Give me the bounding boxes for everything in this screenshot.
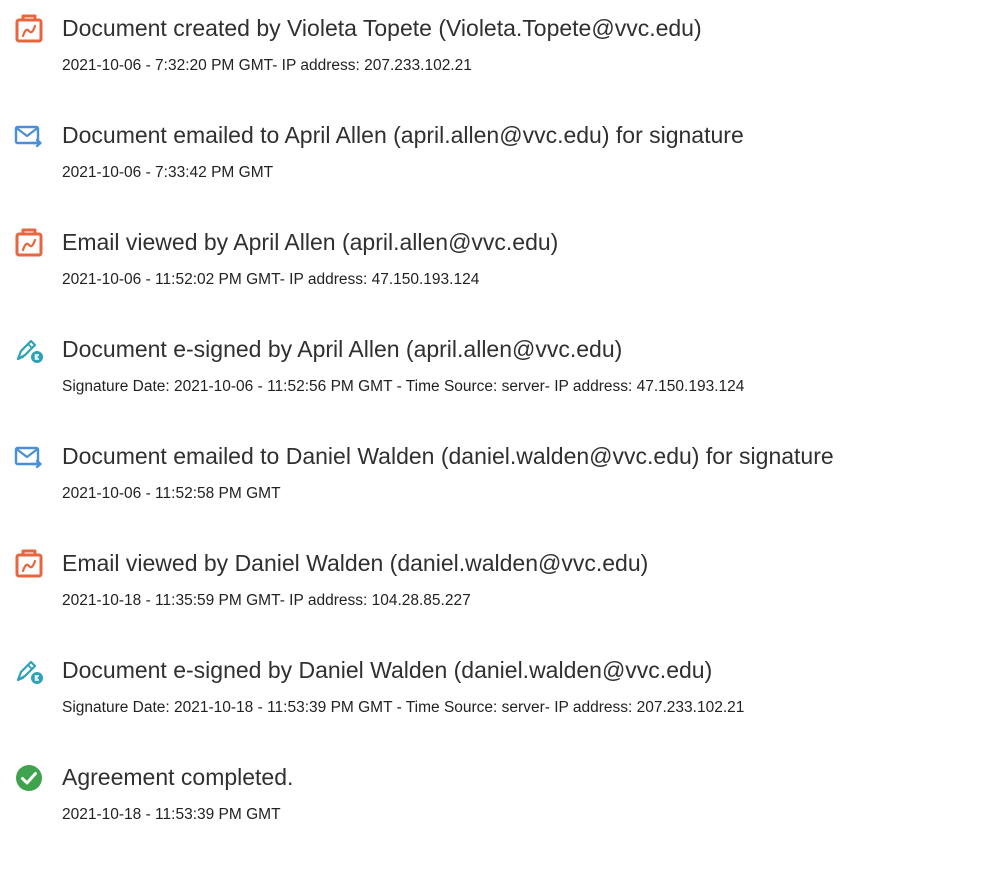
- event-meta: 2021-10-06 - 7:33:42 PM GMT: [62, 164, 274, 181]
- event-title: Email viewed by April Allen (april.allen…: [62, 229, 559, 255]
- event-meta: Signature Date: 2021-10-18 - 11:53:39 PM…: [62, 699, 745, 716]
- audit-event: Agreement completed. 2021-10-18 - 11:53:…: [14, 755, 1005, 835]
- audit-event: Email viewed by Daniel Walden (daniel.wa…: [14, 541, 1005, 621]
- email-sent-icon: [14, 442, 44, 472]
- audit-event: Document e-signed by April Allen (april.…: [14, 327, 1005, 407]
- document-icon: [14, 14, 44, 44]
- audit-event: Document created by Violeta Topete (Viol…: [14, 6, 1005, 86]
- event-meta: Signature Date: 2021-10-06 - 11:52:56 PM…: [62, 378, 745, 395]
- event-title: Document emailed to April Allen (april.a…: [62, 122, 744, 148]
- event-meta: 2021-10-06 - 11:52:02 PM GMT- IP address…: [62, 271, 480, 288]
- event-title: Document e-signed by Daniel Walden (dani…: [62, 657, 713, 683]
- event-title: Document created by Violeta Topete (Viol…: [62, 15, 702, 41]
- check-circle-icon: [14, 763, 44, 793]
- event-title: Document e-signed by April Allen (april.…: [62, 336, 623, 362]
- email-sent-icon: [14, 121, 44, 151]
- event-title: Agreement completed.: [62, 764, 294, 790]
- esign-pen-icon: [14, 335, 44, 365]
- esign-pen-icon: [14, 656, 44, 686]
- document-icon: [14, 549, 44, 579]
- audit-event: Document e-signed by Daniel Walden (dani…: [14, 648, 1005, 728]
- event-title: Document emailed to Daniel Walden (danie…: [62, 443, 834, 469]
- audit-event: Email viewed by April Allen (april.allen…: [14, 220, 1005, 300]
- event-meta: 2021-10-18 - 11:35:59 PM GMT- IP address…: [62, 592, 471, 609]
- event-meta: 2021-10-06 - 7:32:20 PM GMT- IP address:…: [62, 57, 472, 74]
- event-title: Email viewed by Daniel Walden (daniel.wa…: [62, 550, 649, 576]
- document-icon: [14, 228, 44, 258]
- event-meta: 2021-10-18 - 11:53:39 PM GMT: [62, 806, 281, 823]
- audit-event: Document emailed to Daniel Walden (danie…: [14, 434, 1005, 514]
- event-meta: 2021-10-06 - 11:52:58 PM GMT: [62, 485, 281, 502]
- audit-event: Document emailed to April Allen (april.a…: [14, 113, 1005, 193]
